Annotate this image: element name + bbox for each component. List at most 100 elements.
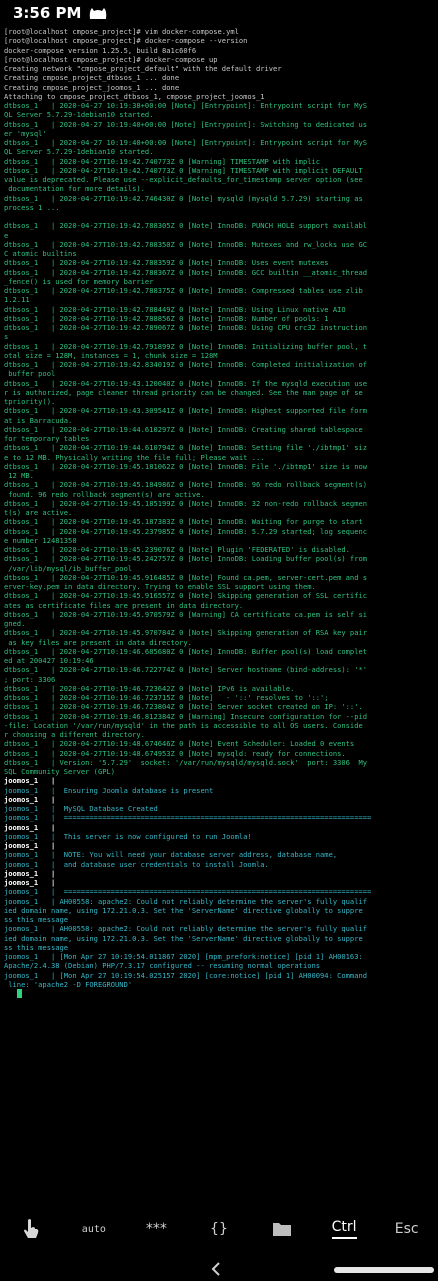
folder-icon[interactable] xyxy=(252,1212,312,1246)
terminal-line: [root@localhost cmpose_project]# docker-… xyxy=(4,36,248,46)
terminal-line: docker-compose version 1.25.5, build 8a1… xyxy=(4,45,197,55)
terminal-line: dtbsos_1 | 2020-04-27T10:19:42.834019Z 0… xyxy=(4,360,368,369)
terminal-line: C atomic builtins xyxy=(4,249,77,258)
terminal-line: ss this message xyxy=(4,942,69,952)
terminal-line: r is authorized, page cleaner thread pri… xyxy=(4,387,363,397)
terminal-line: joomos_1 | xyxy=(4,794,56,804)
status-bar: 3:56 PM xyxy=(0,0,438,26)
terminal-line: dtbsos_1 | 2020-04-27T10:19:45.916557Z 0… xyxy=(4,591,368,601)
terminal-line: dtbsos_1 | 2020-04-27T10:19:42.788359Z 0… xyxy=(4,258,329,268)
terminal-line: joomos_1 | xyxy=(4,878,56,887)
terminal-line: ed at 200427 10:19:46 xyxy=(4,656,94,665)
terminal-line: dtbsos_1 | 2020-04-27T10:19:43.309541Z 0… xyxy=(4,406,368,416)
terminal-line: [root@localhost cmpose_project]# vim doc… xyxy=(4,27,239,36)
terminal-line: Creating cmpose_project_dtbsos_1 ... don… xyxy=(4,73,180,83)
terminal-line: joomos_1 | [Mon Apr 27 10:19:54.025157 2… xyxy=(4,970,368,980)
terminal-line: e number 12481350 xyxy=(4,535,77,545)
password-key[interactable]: *** xyxy=(126,1212,186,1246)
terminal-line: ied domain name, using 172.21.0.3. Set t… xyxy=(4,933,363,943)
terminal-line: _fence() is used for memory barrier xyxy=(4,276,154,286)
terminal-prompt-line[interactable] xyxy=(4,989,434,999)
terminal-line: s xyxy=(4,332,9,342)
terminal-line: dtbsos_1 | 2020-04-27T10:19:42.791899Z 0… xyxy=(4,341,368,351)
terminal-line: r choosing a different directory. xyxy=(4,730,145,739)
terminal-line: dtbsos_1 | 2020-04-27T10:19:44.610297Z 0… xyxy=(4,424,363,434)
terminal-line: Apache/2.4.38 (Debian) PHP/7.3.17 config… xyxy=(4,961,321,971)
terminal-line: dtbsos_1 | 2020-04-27T10:19:45.237985Z 0… xyxy=(4,526,368,536)
terminal-line: dtbsos_1 | 2020-04-27 10:19:40+00:00 [No… xyxy=(4,138,368,147)
terminal-line: joomos_1 | [Mon Apr 27 10:19:54.011867 2… xyxy=(4,952,363,961)
terminal-line: joomos_1 | =============================… xyxy=(4,813,372,823)
terminal-line: dtbsos_1 | 2020-04-27T10:19:42.740773Z 0… xyxy=(4,156,321,166)
terminal-line: dtbsos_1 | 2020-04-27T10:19:46.685680Z 0… xyxy=(4,646,368,656)
terminal-line: dtbsos_1 | 2020-04-27T10:19:45.970784Z 0… xyxy=(4,628,368,638)
terminal-line: otal size = 128M, instances = 1, chunk s… xyxy=(4,350,218,360)
terminal-line: documentation for more details). xyxy=(4,184,145,194)
terminal-line: /var/lib/mysql/ib_buffer_pool xyxy=(4,563,133,573)
terminal-line: 12 MB. xyxy=(4,471,34,480)
terminal-line: dtbsos_1 | 2020-04-27T10:19:46.812384Z 0… xyxy=(4,711,368,721)
terminal-line: dtbsos_1 | 2020-04-27T10:19:42.789067Z 0… xyxy=(4,323,368,332)
terminal-line: -file: Location '/var/run/mysqld' in the… xyxy=(4,720,363,730)
terminal-line: joomos_1 | AH00558: apache2: Could not r… xyxy=(4,896,368,906)
terminal-line: at is Barracuda. xyxy=(4,415,73,425)
terminal-line: t(s) are active. xyxy=(4,508,73,517)
terminal-line: dtbsos_1 | 2020-04-27T10:19:42.788856Z 0… xyxy=(4,313,329,323)
terminal-line: dtbsos_1 | Version: '5.7.29' socket: '/v… xyxy=(4,757,368,767)
terminal-line: dtbsos_1 | 2020-04-27T10:19:46.723804Z 0… xyxy=(4,702,363,712)
terminal-line: 1.2.11 xyxy=(4,295,30,305)
auto-key[interactable]: auto xyxy=(64,1212,124,1246)
extra-keys-bar: auto *** {} Ctrl Esc xyxy=(0,1210,438,1248)
cat-icon xyxy=(88,5,108,21)
terminal-line: Attaching to cmpose_project_dtbsos_1, cm… xyxy=(4,91,265,101)
terminal-line: dtbsos_1 | 2020-04-27T10:19:45.187383Z 0… xyxy=(4,517,363,527)
braces-key[interactable]: {} xyxy=(189,1212,249,1246)
terminal-line: Creating network "cmpose_project_default… xyxy=(4,64,282,73)
status-time: 3:56 PM xyxy=(13,4,82,22)
terminal-line: joomos_1 | and database user credentials… xyxy=(4,859,269,869)
terminal-line: dtbsos_1 | 2020-04-27T10:19:43.120040Z 0… xyxy=(4,378,368,388)
terminal-line: dtbsos_1 | 2020-04-27 10:19:38+00:00 [No… xyxy=(4,101,368,110)
terminal-line: dtbsos_1 | 2020-04-27T10:19:48.674953Z 0… xyxy=(4,748,346,758)
terminal-line: dtbsos_1 | 2020-04-27T10:19:46.722774Z 0… xyxy=(4,665,368,675)
terminal-line: joomos_1 | xyxy=(4,841,56,850)
terminal-line: joomos_1 | Ensuring Joomla database is p… xyxy=(4,785,214,795)
terminal-line: joomos_1 | =============================… xyxy=(4,887,372,897)
terminal-line: dtbsos_1 | 2020-04-27T10:19:42.788350Z 0… xyxy=(4,239,368,249)
home-pill[interactable] xyxy=(334,1267,434,1273)
terminal-line: SQL Community Server (GPL) xyxy=(4,767,116,776)
terminal-line: joomos_1 | MySQL Database Created xyxy=(4,804,158,813)
terminal-line: dtbsos_1 | 2020-04-27T10:19:42.788367Z 0… xyxy=(4,267,368,277)
terminal-line: joomos_1 | NOTE: You will need your data… xyxy=(4,850,338,860)
terminal-line: value is deprecated. Please use --explic… xyxy=(4,175,363,184)
terminal-line: found. 96 redo rollback segment(s) are a… xyxy=(4,489,205,499)
terminal-line: process 1 ... xyxy=(4,202,60,212)
terminal-line: dtbsos_1 | 2020-04-27T10:19:42.788305Z 0… xyxy=(4,221,368,231)
terminal-line: as key files are present in data directo… xyxy=(4,637,192,647)
terminal-line: QL Server 5.7.29-1debian10 started. xyxy=(4,147,154,157)
terminal-line: dtbsos_1 | 2020-04-27T10:19:45.242757Z 0… xyxy=(4,554,368,564)
back-chevron-icon[interactable] xyxy=(210,1261,222,1281)
terminal-line: joomos_1 | This server is now configured… xyxy=(4,831,252,841)
terminal-line: dtbsos_1 | 2020-04-27T10:19:45.970579Z 0… xyxy=(4,609,368,619)
terminal-line: Creating cmpose_project_joomos_1 ... don… xyxy=(4,82,180,92)
terminal-line: ss this message xyxy=(4,915,69,924)
ctrl-label: Ctrl xyxy=(331,1219,357,1239)
terminal-line: joomos_1 | AH00558: apache2: Could not r… xyxy=(4,924,368,934)
terminal-line: dtbsos_1 | 2020-04-27T10:19:45.239076Z 0… xyxy=(4,545,350,554)
terminal-line: dtbsos_1 | 2020-04-27T10:19:45.185199Z 0… xyxy=(4,498,368,508)
terminal-output[interactable]: [root@localhost cmpose_project]# vim doc… xyxy=(0,27,438,1205)
ctrl-key[interactable]: Ctrl xyxy=(314,1212,374,1246)
terminal-line: joomos_1 | xyxy=(4,822,56,832)
terminal-line: e to 12 MB. Physically writing the file … xyxy=(4,452,265,462)
terminal-line: dtbsos_1 | 2020-04-27T10:19:45.184986Z 0… xyxy=(4,480,368,490)
esc-key[interactable]: Esc xyxy=(377,1212,437,1246)
terminal-line: dtbsos_1 | 2020-04-27T10:19:44.610794Z 0… xyxy=(4,443,368,453)
terminal-line: QL Server 5.7.29-1debian10 started. xyxy=(4,110,154,120)
terminal-line: dtbsos_1 | 2020-04-27T10:19:42.746430Z 0… xyxy=(4,193,363,203)
terminal-line: erver-key.pem in data directory. Trying … xyxy=(4,582,316,591)
terminal-line: dtbsos_1 | 2020-04-27T10:19:48.674646Z 0… xyxy=(4,739,355,749)
touch-icon[interactable] xyxy=(1,1212,61,1246)
terminal-line: dtbsos_1 | 2020-04-27T10:19:45.916485Z 0… xyxy=(4,572,368,582)
